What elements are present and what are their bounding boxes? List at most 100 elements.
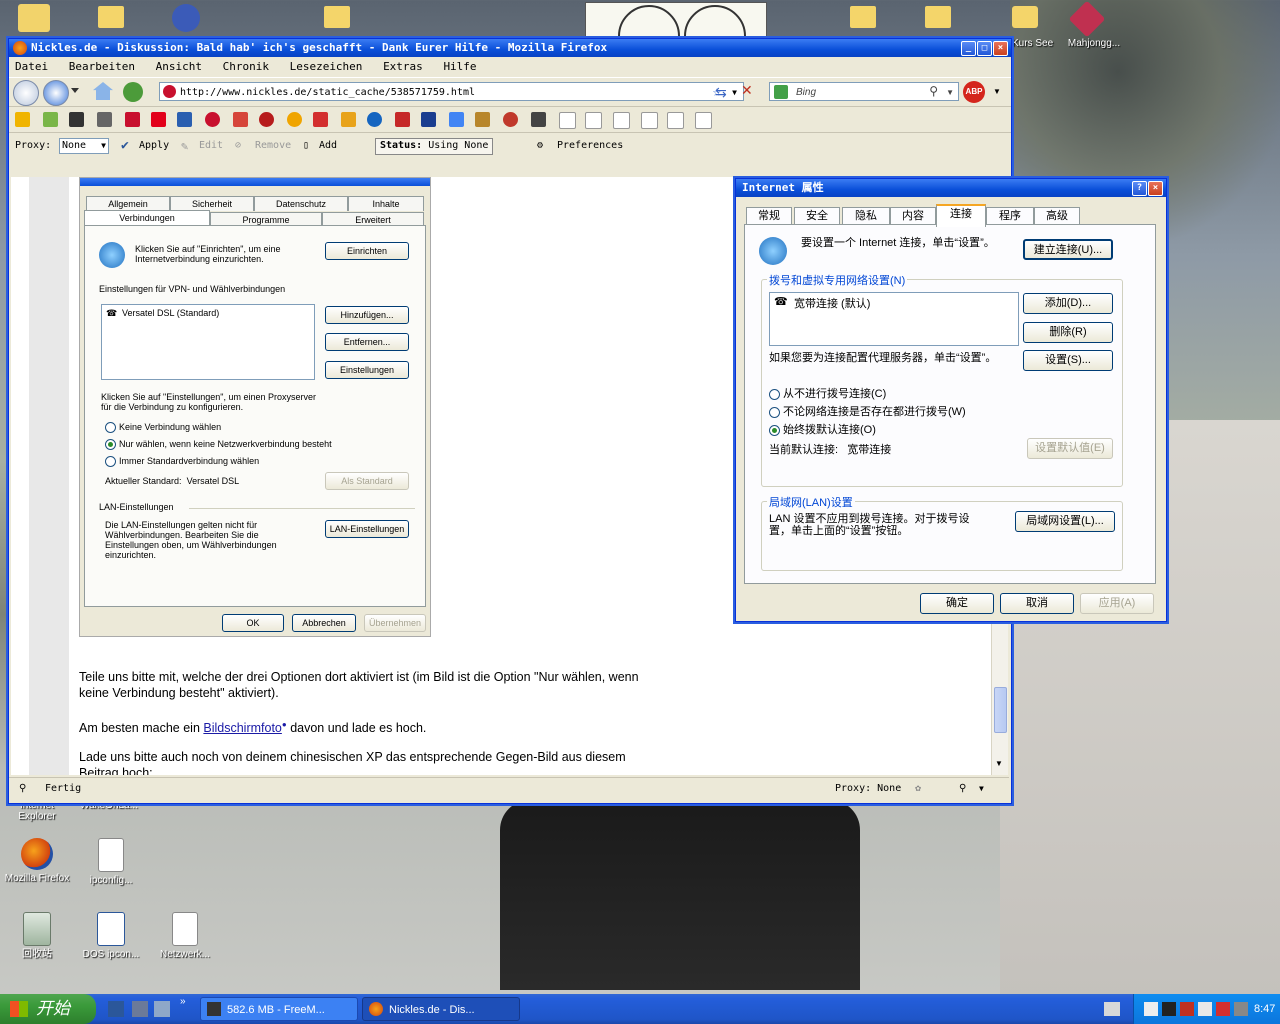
bookmark-icon[interactable] <box>287 112 302 127</box>
delete-connection-button[interactable]: 删除(R) <box>1023 322 1113 343</box>
ok-button[interactable]: 确定 <box>920 593 994 614</box>
bookmark-icon[interactable] <box>475 112 490 127</box>
edit-proxy-button[interactable]: Edit <box>199 133 223 159</box>
scrollbar-thumb[interactable] <box>994 687 1007 733</box>
search-icon[interactable]: ⚲ <box>929 82 938 101</box>
bildschirmfoto-link[interactable]: Bildschirmfoto <box>203 721 282 735</box>
quicklaunch-icon[interactable] <box>154 1001 170 1017</box>
settings-button[interactable]: 设置(S)... <box>1023 350 1113 371</box>
radio-never-dial[interactable]: 从不进行拨号连接(C) <box>769 385 886 401</box>
proxy-select[interactable]: None ▼ <box>59 138 109 154</box>
bookmark-icon[interactable] <box>367 112 382 127</box>
bookmark-icon[interactable] <box>341 112 356 127</box>
page-bookmark-icon[interactable] <box>559 112 576 129</box>
taskbar-task-freemem[interactable]: 582.6 MB - FreeM... <box>200 997 358 1021</box>
apply-button[interactable]: 应用(A) <box>1080 593 1154 614</box>
desktop-icon-kurs[interactable]: Kurs See <box>990 6 1060 49</box>
bookmark-icon[interactable] <box>233 112 248 127</box>
page-bookmark-icon[interactable] <box>641 112 658 129</box>
menu-lesezeichen[interactable]: Lesezeichen <box>290 60 363 73</box>
minimize-button[interactable]: _ <box>961 41 976 56</box>
history-dropdown-icon[interactable] <box>71 88 79 93</box>
zoom-icon[interactable]: ⚲ <box>959 778 966 800</box>
search-dropdown-icon[interactable]: ▼ <box>946 83 954 102</box>
radio-always-dial[interactable]: 始终拨默认连接(O) <box>769 421 876 437</box>
page-bookmark-icon[interactable] <box>695 112 712 129</box>
tab-programs[interactable]: 程序 <box>986 207 1034 225</box>
desktop-folder-icon[interactable] <box>850 6 876 28</box>
scroll-down-arrow-icon[interactable]: ▼ <box>995 759 1003 768</box>
close-button[interactable]: × <box>993 41 1008 56</box>
bookmark-icon[interactable] <box>313 112 328 127</box>
clock[interactable]: 8:47 <box>1254 994 1275 1024</box>
bookmark-icon[interactable] <box>259 112 274 127</box>
connection-list-item[interactable]: 宽带连接 (默认) <box>794 295 870 311</box>
tab-advanced[interactable]: 高级 <box>1034 207 1080 225</box>
refresh-icon[interactable]: ⇆ <box>715 84 727 101</box>
menu-datei[interactable]: Datei <box>15 60 48 73</box>
desktop-icon-dos-ipconfig[interactable]: DOS ipcon... <box>76 912 146 960</box>
reload-icon[interactable] <box>123 82 143 102</box>
add-proxy-button[interactable]: Add <box>319 133 337 159</box>
nickles-bookmark-icon[interactable] <box>205 112 220 127</box>
star-bookmark-icon[interactable] <box>421 112 436 127</box>
gmx-bookmark-icon[interactable] <box>97 112 112 127</box>
zoom-dropdown-icon[interactable]: ▼ <box>979 778 984 800</box>
sparkasse-bookmark-icon[interactable] <box>151 112 166 127</box>
menu-chronik[interactable]: Chronik <box>223 60 269 73</box>
desktop-app-icon[interactable] <box>172 4 200 32</box>
dialog-titlebar[interactable]: Internet 属性 ? × <box>736 179 1166 197</box>
network-icon[interactable] <box>1144 1002 1158 1016</box>
menu-bearbeiten[interactable]: Bearbeiten <box>69 60 135 73</box>
page-bookmark-icon[interactable] <box>585 112 602 129</box>
bookmark-icon[interactable] <box>531 112 546 127</box>
url-bar[interactable]: http://www.nickles.de/static_cache/53857… <box>159 82 744 101</box>
setup-connection-button[interactable]: 建立连接(U)... <box>1023 239 1113 260</box>
quicklaunch-more-icon[interactable]: » <box>180 996 186 1007</box>
desktop-folder-icon[interactable] <box>18 4 50 32</box>
menu-ansicht[interactable]: Ansicht <box>156 60 202 73</box>
desktop-folder-icon[interactable] <box>98 6 124 28</box>
cancel-button[interactable]: 取消 <box>1000 593 1074 614</box>
menu-extras[interactable]: Extras <box>383 60 423 73</box>
forward-button[interactable] <box>43 80 69 106</box>
desktop-icon-recycle-bin[interactable]: 回收站 <box>2 912 72 960</box>
desktop-icon-ipconfig[interactable]: ipconfig... <box>76 838 146 886</box>
desktop-icon-firefox[interactable]: Mozilla Firefox <box>2 838 72 884</box>
star-bookmark-icon[interactable] <box>15 112 30 127</box>
tray-icon[interactable] <box>1162 1002 1176 1016</box>
set-default-button[interactable]: 设置默认值(E) <box>1027 438 1113 459</box>
close-button[interactable]: × <box>1148 181 1163 196</box>
tab-connections[interactable]: 连接 <box>936 204 986 227</box>
bookmark-icon[interactable] <box>177 112 192 127</box>
page-bookmark-icon[interactable] <box>613 112 630 129</box>
signature-icon[interactable]: ✿ <box>915 778 921 800</box>
desktop-folder-icon[interactable] <box>925 6 951 28</box>
adblock-dropdown-icon[interactable]: ▼ <box>993 87 1001 96</box>
preferences-button[interactable]: Preferences <box>557 133 623 159</box>
desktop-icon-netzwerk[interactable]: Netzwerk... <box>150 912 220 960</box>
home-icon[interactable] <box>93 82 113 100</box>
tab-content[interactable]: 内容 <box>890 207 936 225</box>
word-quicklaunch-icon[interactable] <box>108 1001 124 1017</box>
bookmark-icon[interactable] <box>43 112 58 127</box>
connection-list[interactable]: ☎ 宽带连接 (默认) <box>769 292 1019 346</box>
radio-dial-whenever[interactable]: 不论网络连接是否存在都进行拨号(W) <box>769 403 966 419</box>
menu-hilfe[interactable]: Hilfe <box>443 60 476 73</box>
desktop-icon-mahjongg[interactable]: Mahjongg... <box>1052 0 1122 49</box>
bookmark-icon[interactable] <box>395 112 410 127</box>
tray-icon[interactable] <box>1198 1002 1212 1016</box>
firefox-titlebar[interactable]: Nickles.de - Diskussion: Bald hab' ich's… <box>9 39 1011 57</box>
taskbar-task-firefox[interactable]: Nickles.de - Dis... <box>362 997 520 1021</box>
start-button[interactable]: 开始 <box>0 994 96 1024</box>
page-bookmark-icon[interactable] <box>667 112 684 129</box>
stop-icon[interactable]: ✕ <box>741 82 753 99</box>
help-button[interactable]: ? <box>1132 181 1147 196</box>
tray-icon[interactable] <box>1234 1002 1248 1016</box>
lan-settings-button[interactable]: 局域网设置(L)... <box>1015 511 1115 532</box>
tab-security[interactable]: 安全 <box>794 207 840 225</box>
back-button[interactable] <box>13 80 39 106</box>
maximize-button[interactable]: □ <box>977 41 992 56</box>
remove-proxy-button[interactable]: Remove <box>255 133 291 159</box>
url-dropdown-icon[interactable]: ▼ <box>732 83 737 102</box>
